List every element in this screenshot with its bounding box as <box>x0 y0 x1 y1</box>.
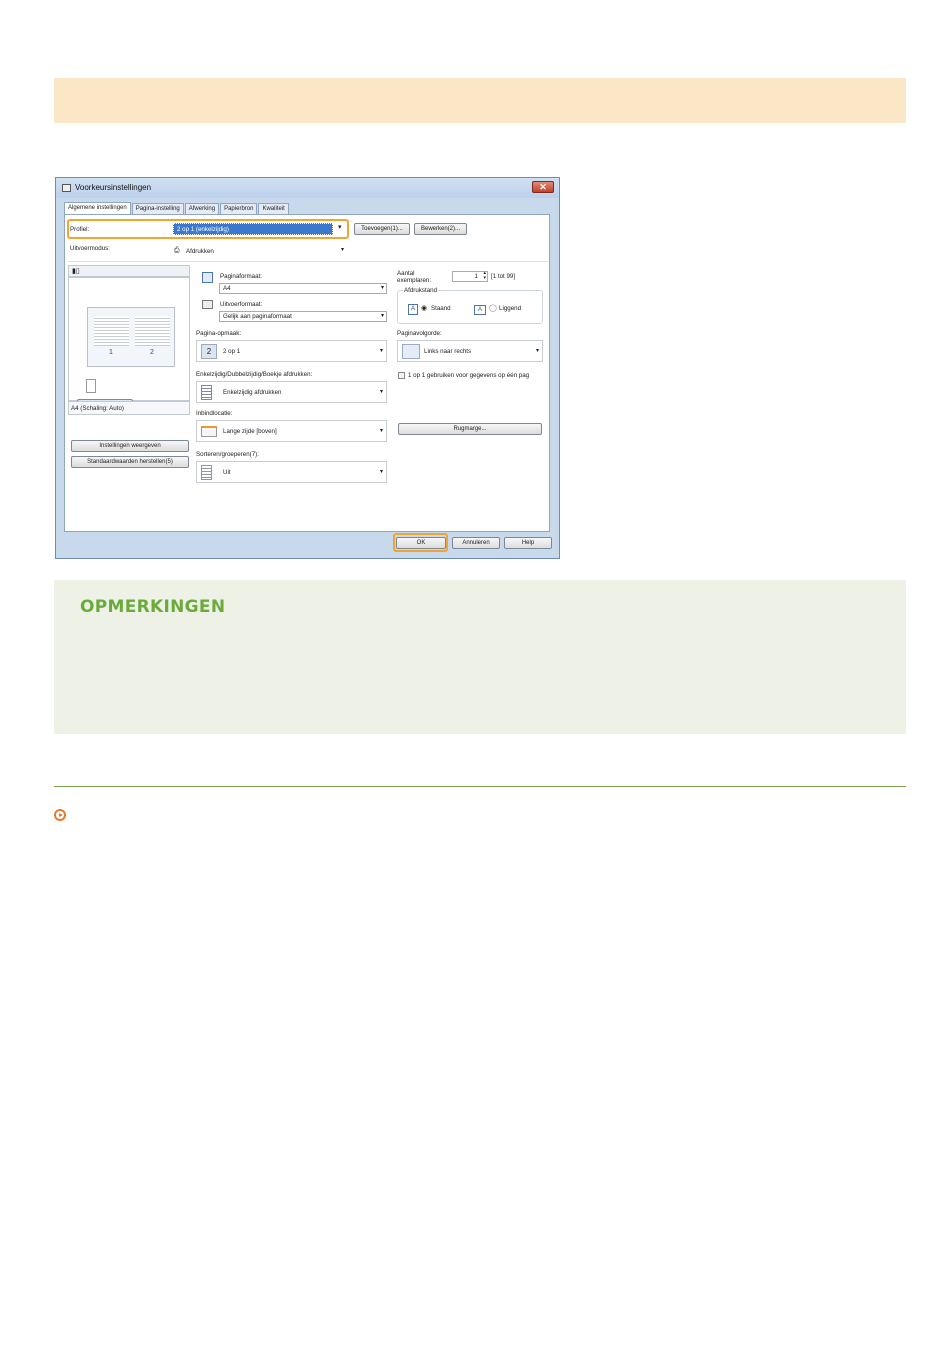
arrow-circle-icon[interactable] <box>54 809 66 821</box>
document-icon <box>201 385 212 400</box>
page-order-label: Paginavolgorde: <box>397 330 442 337</box>
preview-caption-box: A4 (Schaling: Auto) <box>68 401 190 415</box>
orientation-label: Afdrukstand <box>403 287 439 294</box>
spinner-icon[interactable]: ▴ ▾ <box>483 271 486 281</box>
collate-label: Sorteren/groeperen(7): <box>196 451 259 458</box>
page-number: 2 <box>150 349 154 356</box>
output-mode-value: Afdrukken <box>186 248 214 255</box>
ok-highlight <box>393 533 448 552</box>
chevron-down-icon: ▾ <box>379 389 383 395</box>
help-button[interactable]: Help <box>504 537 552 549</box>
chevron-down-icon: ▾ <box>380 313 384 319</box>
output-size-icon <box>202 300 213 309</box>
profile-highlight <box>67 219 349 239</box>
dialog-titlebar: Voorkeursinstellingen ✕ <box>56 178 559 198</box>
landscape-label: Liggend <box>499 305 522 312</box>
binding-value: Lange zijde [boven] <box>223 428 277 435</box>
portrait-label: Staand <box>431 305 451 312</box>
arrow-right-icon <box>402 344 420 359</box>
divider <box>68 261 548 262</box>
collate-icon <box>201 465 212 480</box>
chevron-down-icon: ▾ <box>379 469 383 475</box>
notes-box: OPMERKINGEN <box>54 580 906 734</box>
page-order-select[interactable]: Links naar rechts ▾ <box>397 340 543 362</box>
show-settings-button[interactable]: Instellingen weergeven <box>71 440 189 452</box>
close-button[interactable]: ✕ <box>532 181 554 193</box>
gutter-button[interactable]: Rugmarge... <box>398 423 542 435</box>
portrait-icon: A <box>408 304 418 315</box>
page-layout-value: 2 op 1 <box>223 348 241 355</box>
page-size-select[interactable]: A4 ▾ <box>219 283 387 294</box>
output-size-value: Gelijk aan paginaformaat <box>223 313 292 320</box>
output-size-select[interactable]: Gelijk aan paginaformaat ▾ <box>219 311 387 322</box>
page-size-label: Paginaformaat: <box>220 273 262 280</box>
binding-label: Inbindlocatie: <box>196 410 233 417</box>
preview-page-right <box>135 316 170 346</box>
printer-icon <box>62 184 71 192</box>
chevron-down-icon: ▾ <box>340 247 344 253</box>
chevron-down-icon: ▾ <box>380 285 384 291</box>
page-size-value: A4 <box>223 285 231 292</box>
copies-label: Aantal exemplaren: <box>397 270 432 284</box>
chevron-down-icon: ▾ <box>535 348 539 354</box>
copies-value: 1 <box>474 273 478 280</box>
landscape-icon: A <box>474 305 486 315</box>
copies-range: [1 tot 99] <box>491 273 516 280</box>
preview-page-left <box>94 316 129 346</box>
layout-icon: 2 <box>201 344 217 359</box>
section-divider <box>54 786 906 787</box>
page-layout-label: Pagina-opmaak: <box>196 330 242 337</box>
preview-area: 1 2 ◩ / ◪ <box>68 277 190 415</box>
duplex-label: Enkelzijdig/Dubbelzijdig/Boekje afdrukke… <box>196 371 313 378</box>
collate-value: Uit <box>223 469 231 476</box>
view-toggle-bar: ▮▯ <box>68 265 190 277</box>
edit-profile-button[interactable]: Bewerken(2)... <box>414 223 467 235</box>
header-banner <box>54 78 906 123</box>
page-number: 1 <box>109 349 113 356</box>
radio-icon[interactable]: ◯ <box>489 304 497 312</box>
preview-page: 1 2 <box>87 307 175 367</box>
page-order-value: Links naar rechts <box>424 348 472 355</box>
add-profile-button[interactable]: Toevoegen(1)... <box>354 223 410 235</box>
one-on-one-checkbox[interactable] <box>398 372 405 379</box>
printer-icon: ⎙ <box>174 247 180 254</box>
page-size-icon <box>202 272 213 283</box>
cancel-button[interactable]: Annuleren <box>452 537 500 549</box>
chevron-down-icon: ▾ <box>379 428 383 434</box>
output-size-label: Uitvoerformaat: <box>220 301 263 308</box>
output-mode-label: Uitvoermodus: <box>70 245 110 252</box>
output-mode-select[interactable]: ⎙ Afdrukken ▾ <box>171 244 347 257</box>
one-on-one-label: 1 op 1 gebruiken voor gegevens op één pa… <box>408 372 530 379</box>
page-view-icon[interactable]: ▮▯ <box>72 267 80 275</box>
dialog-title: Voorkeursinstellingen <box>75 183 152 192</box>
copies-input[interactable]: 1 ▴ ▾ <box>452 271 488 282</box>
orientation-group: Afdrukstand A ◉ Staand A ◯ Liggend <box>397 287 543 324</box>
restore-defaults-button[interactable]: Standaardwaarden herstellen(5) <box>71 456 189 468</box>
notes-title: OPMERKINGEN <box>80 597 226 617</box>
collate-select[interactable]: Uit ▾ <box>196 461 387 483</box>
duplex-select[interactable]: Enkelzijdig afdrukken ▾ <box>196 381 387 403</box>
settings-panel: Profiel: 2 op 1 (enkelzijdig) ▾ Toevoege… <box>64 214 550 532</box>
chevron-down-icon: ▾ <box>379 348 383 354</box>
preferences-dialog: Voorkeursinstellingen ✕ Algemene instell… <box>55 177 560 559</box>
copies-icon <box>86 379 96 393</box>
page-layout-select[interactable]: 2 2 op 1 ▾ <box>196 340 387 362</box>
binding-icon <box>201 426 217 437</box>
radio-selected-icon[interactable]: ◉ <box>421 304 427 312</box>
binding-select[interactable]: Lange zijde [boven] ▾ <box>196 420 387 442</box>
duplex-value: Enkelzijdig afdrukken <box>223 389 282 396</box>
preview-caption: A4 (Schaling: Auto) <box>71 405 124 412</box>
